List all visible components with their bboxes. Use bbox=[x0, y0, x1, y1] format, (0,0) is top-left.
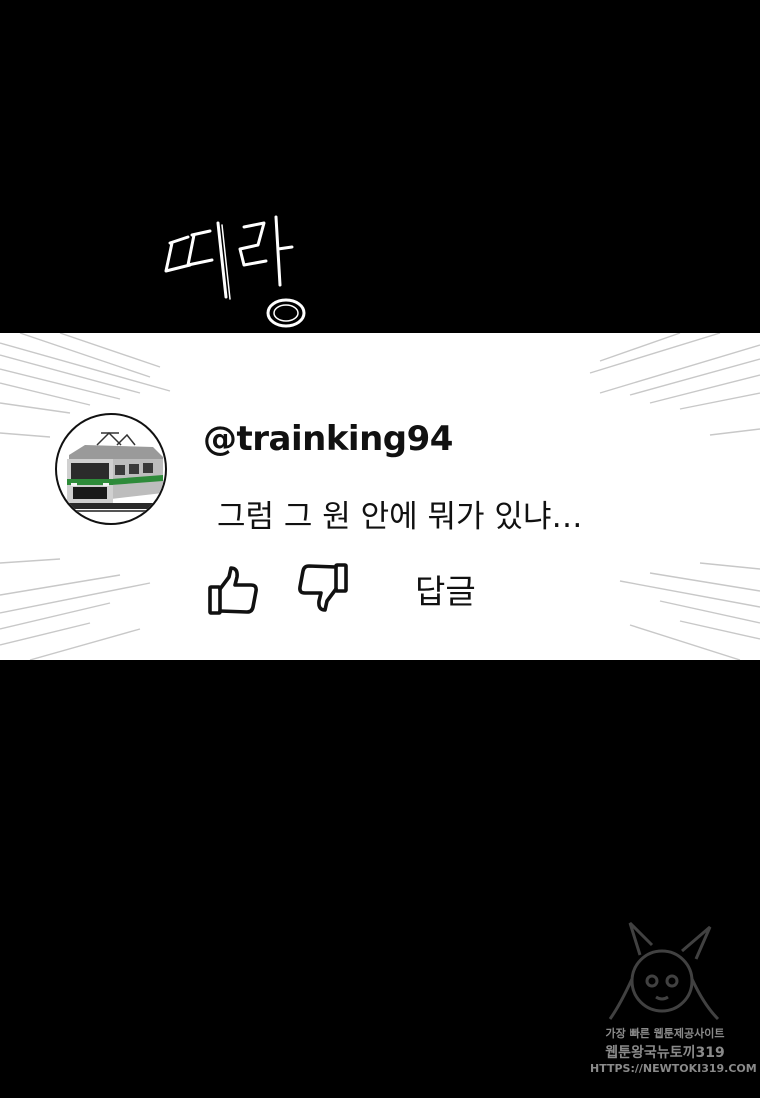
watermark-line-2: 웹툰왕국뉴토끼319 bbox=[605, 1045, 725, 1061]
comment-actions: 답글 bbox=[207, 561, 507, 617]
comment-item: @trainking94 그럼 그 원 안에 뭐가 있냐… 답글 bbox=[55, 413, 735, 623]
comment-text: 그럼 그 원 안에 뭐가 있냐… bbox=[217, 499, 583, 535]
dislike-button[interactable] bbox=[295, 561, 349, 613]
mascot-watermark-icon bbox=[608, 921, 720, 1021]
watermark-line-1: 가장 빠른 웹툰제공사이트 bbox=[605, 1027, 725, 1040]
avatar[interactable] bbox=[55, 413, 167, 525]
sound-effect-lettering bbox=[164, 215, 306, 328]
comment-username[interactable]: @trainking94 bbox=[203, 419, 453, 459]
reply-button[interactable]: 답글 bbox=[415, 565, 476, 613]
like-button[interactable] bbox=[207, 565, 261, 617]
train-avatar-icon bbox=[57, 431, 165, 512]
site-watermark: 가장 빠른 웹툰제공사이트 웹툰왕국뉴토끼319 HTTPS://NEWTOKI… bbox=[590, 915, 757, 1085]
thumbs-down-icon bbox=[298, 563, 348, 612]
watermark-line-3: HTTPS://NEWTOKI319.COM bbox=[590, 1062, 757, 1075]
thumbs-up-icon bbox=[208, 566, 258, 615]
comment-panel: @trainking94 그럼 그 원 안에 뭐가 있냐… 답글 bbox=[0, 333, 760, 660]
